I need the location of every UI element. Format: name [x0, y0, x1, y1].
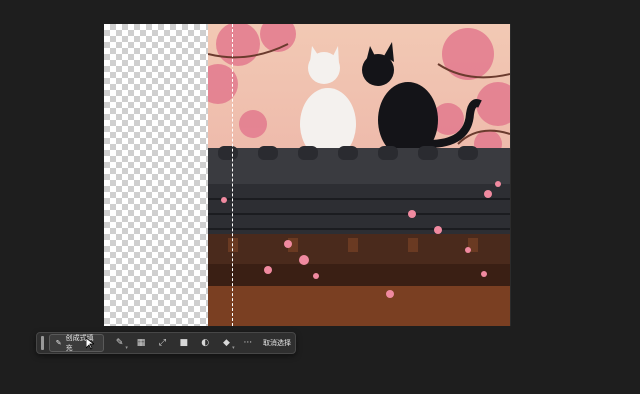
contrast-button[interactable]: ◐	[197, 335, 213, 351]
paint-bucket-icon: ◆	[223, 338, 230, 348]
contextual-taskbar: ✎ 创成式填充 ✎ ▾ ▦ ⤢ ■ ◐ ◆ ▾ ··· 取消选择	[36, 332, 296, 354]
generative-fill-button[interactable]: ✎ 创成式填充	[48, 334, 104, 352]
drag-handle[interactable]	[41, 336, 44, 350]
fill-square-icon: ■	[179, 338, 189, 348]
mask-icon: ▦	[136, 338, 146, 348]
brush-icon: ✎	[115, 338, 124, 348]
more-button[interactable]: ···	[240, 335, 256, 351]
chevron-down-icon: ▾	[232, 345, 235, 351]
brush-button[interactable]: ✎ ▾	[112, 335, 128, 351]
contrast-icon: ◐	[201, 338, 210, 348]
transform-button[interactable]: ⤢	[154, 335, 170, 351]
selection-marquee	[232, 24, 258, 326]
chevron-down-icon: ▾	[125, 345, 128, 351]
mouse-cursor-icon	[86, 338, 94, 350]
transform-icon: ⤢	[158, 338, 166, 348]
more-icon: ···	[243, 338, 253, 348]
document-canvas[interactable]	[104, 24, 511, 326]
sparkle-edit-icon: ✎	[55, 339, 62, 347]
paint-bucket-button[interactable]: ◆ ▾	[218, 335, 235, 351]
fill-square-button[interactable]: ■	[176, 335, 192, 351]
deselect-button[interactable]: 取消选择	[263, 338, 291, 348]
mask-button[interactable]: ▦	[133, 335, 149, 351]
